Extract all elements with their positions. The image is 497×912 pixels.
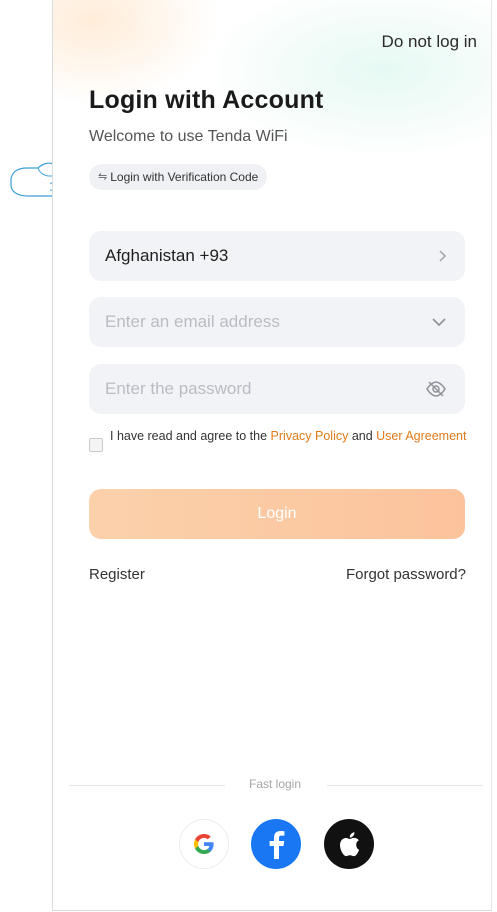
facebook-icon <box>269 831 285 859</box>
agreement-and: and <box>348 429 377 443</box>
country-value: Afghanistan +93 <box>105 246 229 265</box>
google-icon <box>194 834 214 854</box>
email-field[interactable]: Enter an email address <box>89 297 465 347</box>
login-button[interactable]: Login <box>89 489 465 539</box>
facebook-login-button[interactable] <box>251 819 301 869</box>
country-selector[interactable]: Afghanistan +93 <box>89 231 465 281</box>
forgot-password-link[interactable]: Forgot password? <box>346 566 466 583</box>
agreement-text: I have read and agree to the Privacy Pol… <box>110 428 466 452</box>
user-agreement-link[interactable]: User Agreement <box>376 429 466 443</box>
apple-icon <box>340 832 360 857</box>
page-title: Login with Account <box>89 86 324 114</box>
agreement-checkbox[interactable] <box>89 438 103 452</box>
password-field[interactable]: Enter the password <box>89 364 465 414</box>
divider-right <box>327 785 482 786</box>
swap-icon: ⇋ <box>98 171 108 183</box>
fast-login-divider: Fast login <box>70 777 482 795</box>
register-link[interactable]: Register <box>89 566 145 583</box>
apple-login-button[interactable] <box>324 819 374 869</box>
agreement-prefix: I have read and agree to the <box>110 429 271 443</box>
privacy-policy-link[interactable]: Privacy Policy <box>271 429 349 443</box>
email-placeholder: Enter an email address <box>105 312 280 331</box>
agreement-row: I have read and agree to the Privacy Pol… <box>89 428 469 452</box>
chevron-down-icon[interactable] <box>431 317 447 327</box>
google-login-button[interactable] <box>179 819 229 869</box>
chevron-right-icon <box>437 249 447 263</box>
verification-code-login-button[interactable]: ⇋ Login with Verification Code <box>89 164 268 190</box>
password-placeholder: Enter the password <box>105 379 252 398</box>
login-screen: Do not log in Login with Account Welcome… <box>52 0 492 911</box>
verification-code-label: Login with Verification Code <box>110 170 259 184</box>
eye-off-icon[interactable] <box>425 380 447 398</box>
page-subtitle: Welcome to use Tenda WiFi <box>89 128 288 145</box>
fast-login-label: Fast login <box>248 777 302 791</box>
skip-login-link[interactable]: Do not log in <box>382 32 477 52</box>
